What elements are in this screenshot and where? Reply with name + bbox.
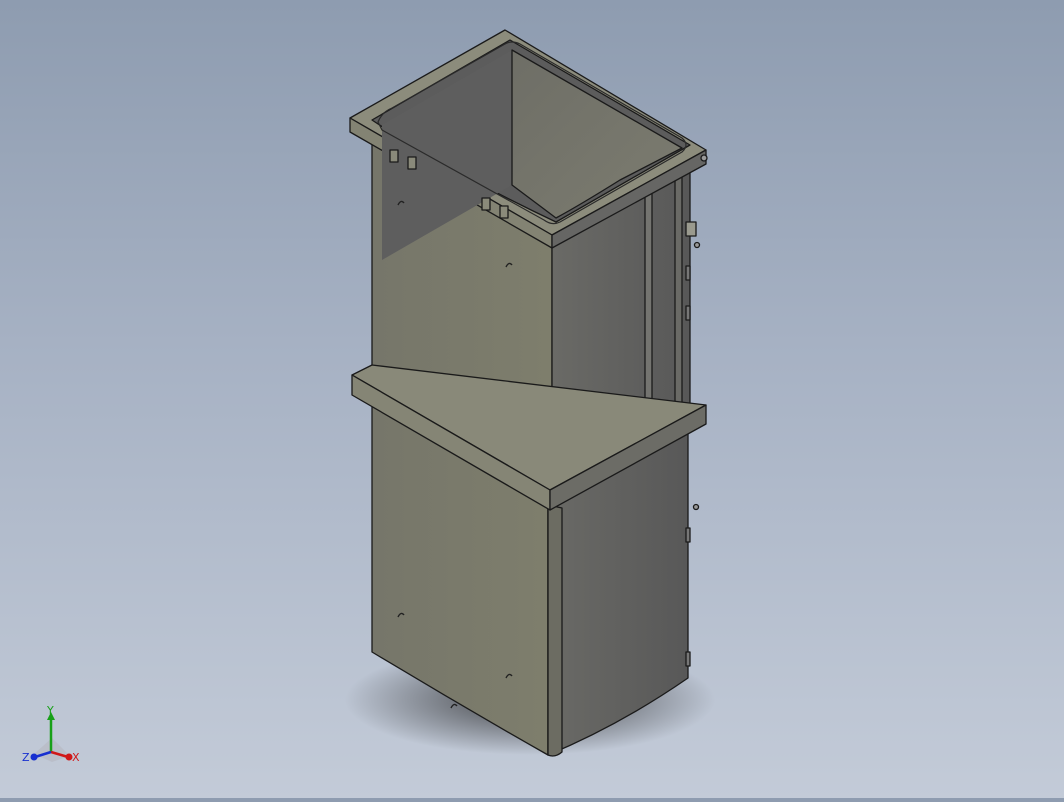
view-orientation-triad[interactable]: Y X Z <box>20 702 84 772</box>
z-axis-tip <box>30 753 38 761</box>
side-tab-3 <box>685 527 691 543</box>
clip-2 <box>407 156 417 170</box>
y-axis-label: Y <box>46 704 54 717</box>
z-axis-label: Z <box>22 751 30 764</box>
side-rib-2 <box>674 169 683 425</box>
clip-4 <box>499 205 509 219</box>
side-bolt-2 <box>693 241 701 249</box>
lower-bottom-corner <box>547 504 563 757</box>
side-tab-1 <box>685 265 691 281</box>
side-bolt-1 <box>700 154 708 162</box>
graphics-viewport[interactable] <box>0 0 1064 798</box>
x-axis-label: X <box>72 751 80 764</box>
clip-1 <box>389 149 399 163</box>
side-tab-2 <box>685 305 691 321</box>
clip-3 <box>481 197 491 211</box>
side-latch <box>685 221 697 237</box>
box-model[interactable] <box>349 29 708 757</box>
side-tab-4 <box>685 651 691 667</box>
side-bolt-3 <box>692 503 700 511</box>
model-view[interactable] <box>0 0 1064 798</box>
